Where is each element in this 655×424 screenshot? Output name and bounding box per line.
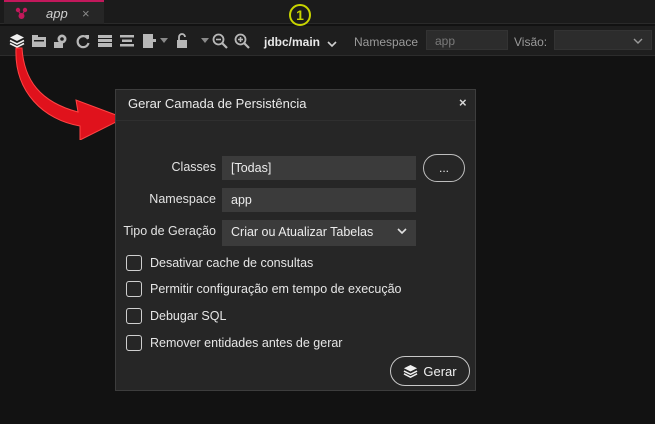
view-select[interactable] bbox=[554, 30, 652, 50]
generation-type-value: Criar ou Atualizar Tabelas bbox=[231, 225, 374, 239]
option-disable-query-cache[interactable]: Desativar cache de consultas bbox=[126, 254, 313, 272]
classes-label: Classes bbox=[171, 160, 216, 174]
checkbox[interactable] bbox=[126, 255, 142, 271]
option-runtime-config[interactable]: Permitir configuração em tempo de execuç… bbox=[126, 280, 402, 298]
chevron-down-icon[interactable] bbox=[155, 32, 173, 50]
step-badge: 1 bbox=[289, 4, 311, 26]
chevron-down-icon bbox=[633, 38, 643, 44]
chevron-down-icon[interactable] bbox=[327, 35, 337, 53]
namespace-label: Namespace bbox=[354, 35, 419, 49]
checkbox-label: Debugar SQL bbox=[150, 309, 227, 323]
checkbox-label: Desativar cache de consultas bbox=[150, 256, 314, 270]
generate-button-label: Gerar bbox=[423, 363, 457, 379]
tab-label: app bbox=[46, 6, 68, 21]
tab-app[interactable]: app × bbox=[4, 0, 104, 24]
generate-button[interactable]: Gerar bbox=[390, 356, 470, 386]
checkbox[interactable] bbox=[126, 335, 142, 351]
view-label: Visão: bbox=[514, 35, 548, 49]
checkbox[interactable] bbox=[126, 308, 142, 324]
checkbox-label: Permitir configuração em tempo de execuç… bbox=[150, 282, 402, 296]
generation-type-select[interactable]: Criar ou Atualizar Tabelas bbox=[222, 220, 416, 246]
unlock-icon[interactable] bbox=[173, 32, 191, 50]
browse-classes-button[interactable]: ... bbox=[423, 154, 465, 182]
zoom-in-icon[interactable] bbox=[233, 32, 251, 50]
option-remove-entities[interactable]: Remover entidades antes de gerar bbox=[126, 334, 342, 352]
zoom-out-icon[interactable] bbox=[211, 32, 229, 50]
dialog-title: Gerar Camada de Persistência bbox=[128, 96, 307, 111]
classes-field[interactable]: [Todas] bbox=[222, 156, 416, 180]
namespace-label: Namespace bbox=[149, 192, 216, 206]
option-debug-sql[interactable]: Debugar SQL bbox=[126, 307, 226, 325]
persistence-dialog: Gerar Camada de Persistência × Classes [… bbox=[115, 89, 476, 391]
chevron-down-icon bbox=[397, 228, 407, 235]
generation-type-label: Tipo de Geração bbox=[123, 224, 216, 238]
namespace-input[interactable]: app bbox=[426, 30, 508, 50]
layers-icon bbox=[403, 364, 418, 378]
namespace-field[interactable]: app bbox=[222, 188, 416, 212]
checkbox-label: Remover entidades antes de gerar bbox=[150, 336, 343, 350]
checkbox[interactable] bbox=[126, 281, 142, 297]
connection-selector[interactable]: jdbc/main bbox=[264, 35, 320, 49]
close-icon[interactable]: × bbox=[459, 95, 467, 110]
app-icon bbox=[14, 7, 36, 26]
divider bbox=[116, 120, 475, 121]
tab-bar: app × bbox=[0, 0, 655, 24]
tab-close-icon[interactable]: × bbox=[82, 6, 90, 21]
